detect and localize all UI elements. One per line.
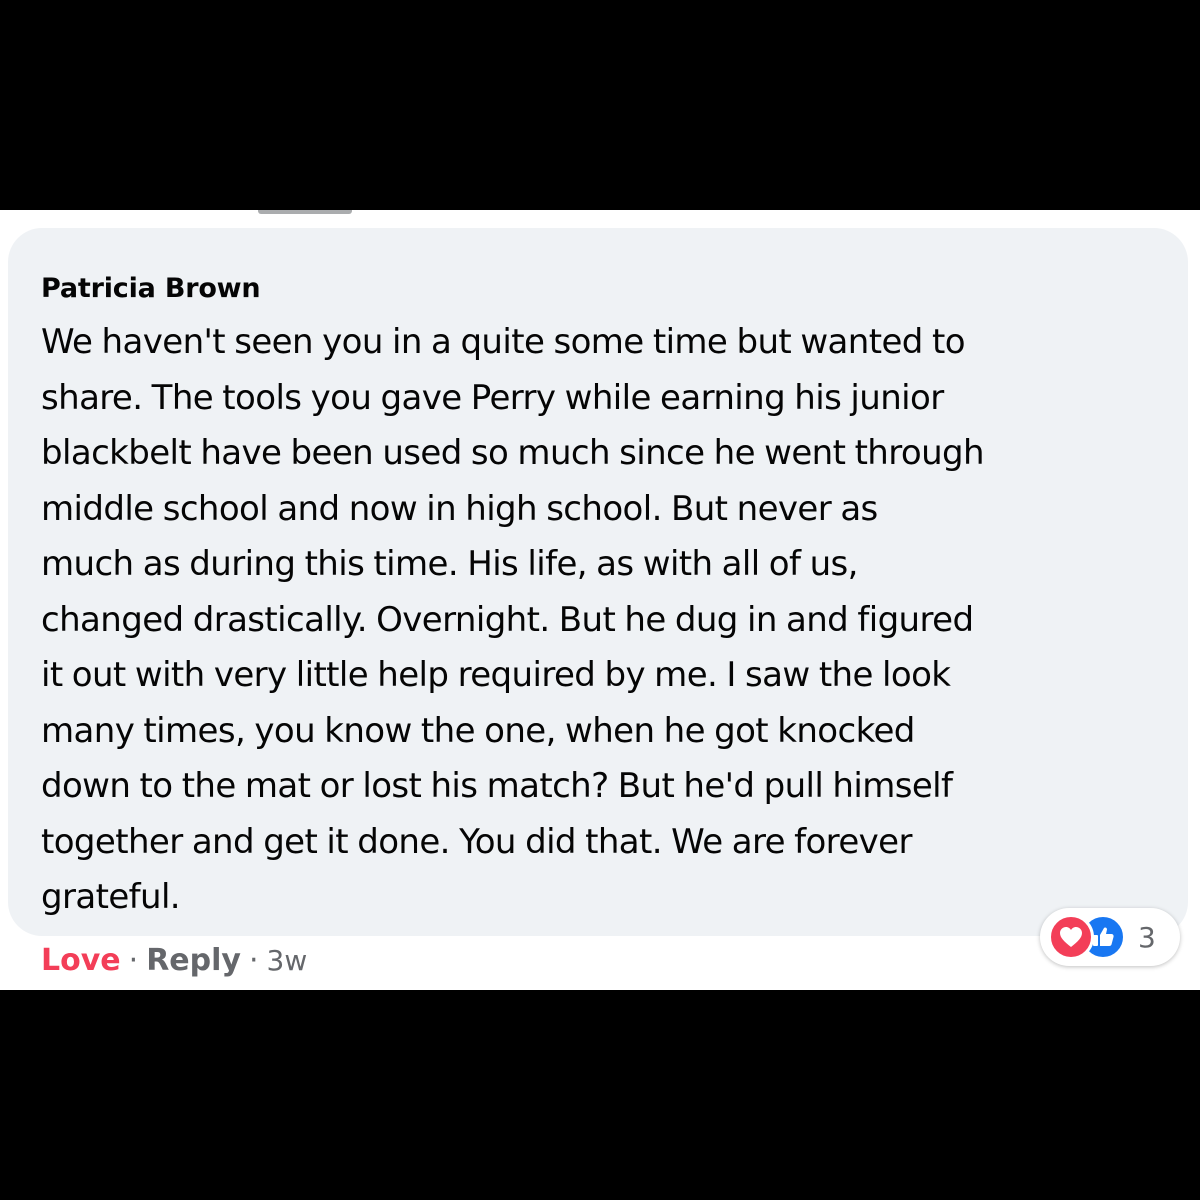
love-reaction-icon	[1048, 914, 1094, 960]
comment-text: We haven't seen you in a quite some time…	[41, 322, 985, 917]
reply-button[interactable]: Reply	[146, 943, 241, 978]
action-separator: ·	[248, 942, 259, 978]
comment-panel: Patricia Brown We haven't seen you in a …	[0, 210, 1200, 990]
reactions-summary[interactable]: 3	[1040, 908, 1180, 966]
comment-timestamp[interactable]: 3w	[267, 944, 308, 977]
comment-actions: Love · Reply · 3w	[41, 940, 307, 980]
action-separator: ·	[128, 942, 139, 978]
reaction-count: 3	[1138, 920, 1156, 954]
previous-content-fragment	[258, 210, 352, 214]
comment-bubble: Patricia Brown We haven't seen you in a …	[8, 228, 1188, 936]
love-button[interactable]: Love	[41, 943, 121, 978]
comment-author-name[interactable]: Patricia Brown	[41, 272, 1158, 306]
